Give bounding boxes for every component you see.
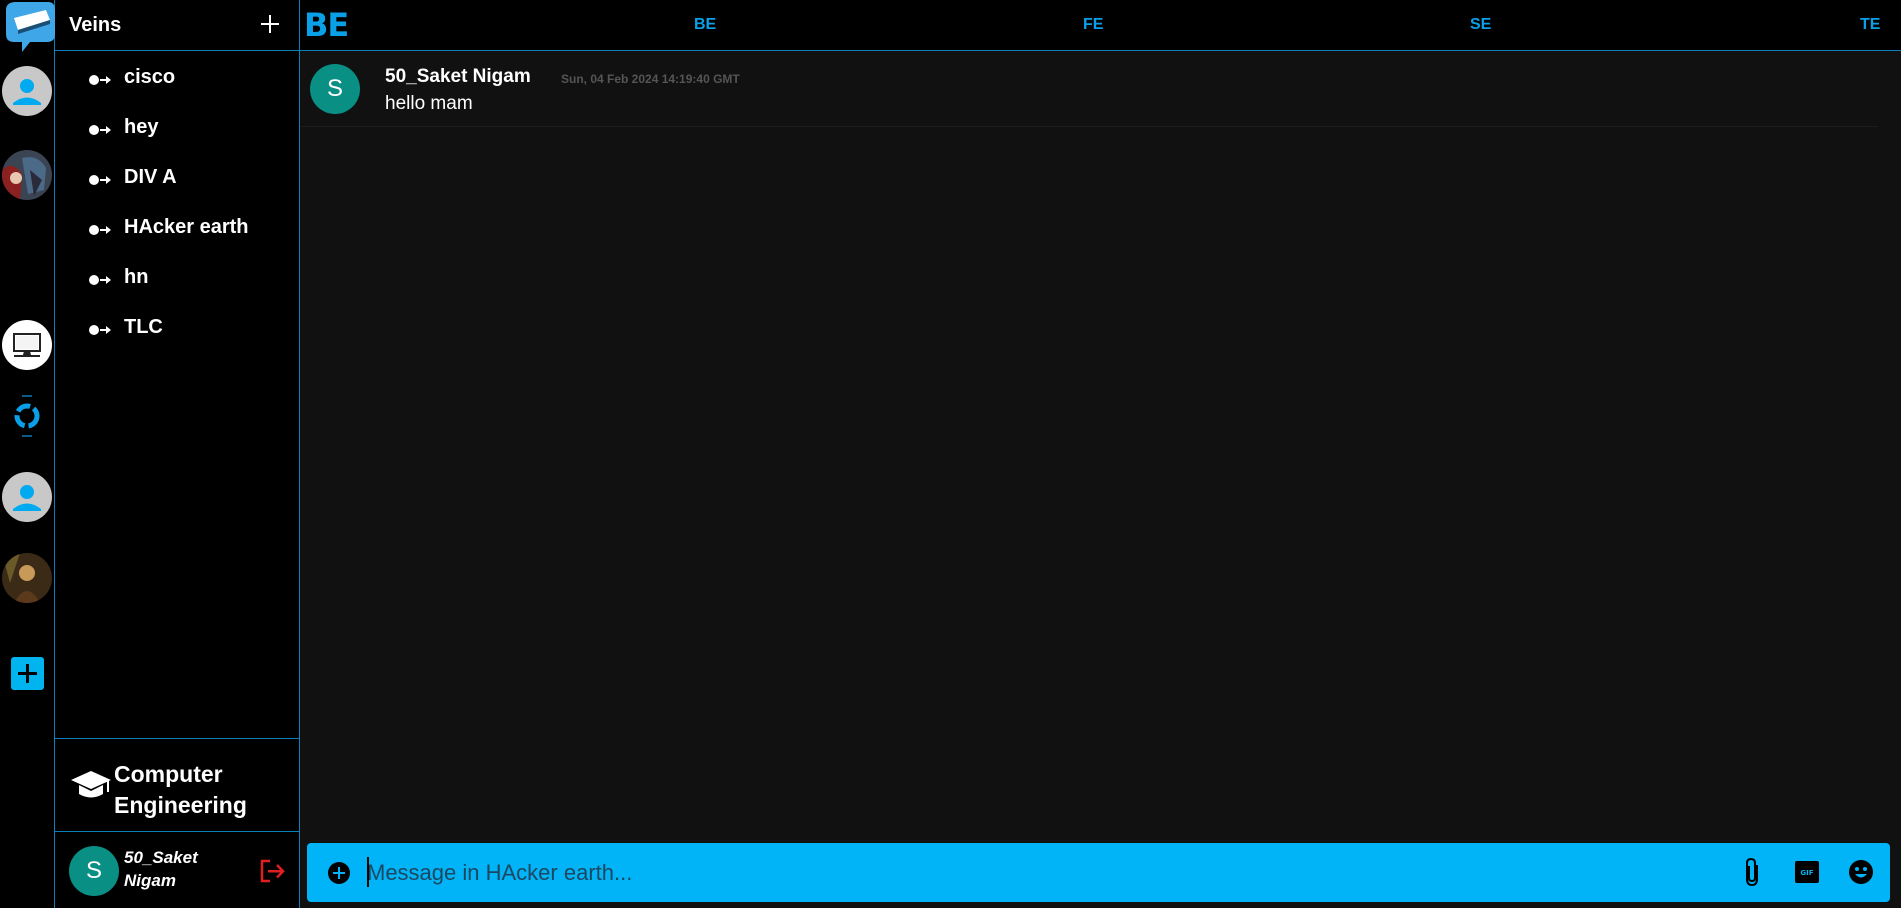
message-item: S 50_Saket Nigam Sun, 04 Feb 2024 14:19:… xyxy=(300,52,1878,127)
channel-item-cisco[interactable]: cisco xyxy=(55,60,300,110)
channel-item-hacker-earth[interactable]: HAcker earth xyxy=(55,210,300,260)
server-avatar-default[interactable] xyxy=(2,66,52,116)
channel-list: cisco hey DIV A HAcker earth hn TLC xyxy=(55,60,300,360)
channel-arrow-icon xyxy=(89,325,111,335)
user-panel: S 50_Saket Nigam xyxy=(55,833,300,908)
sidebar-header: Veins xyxy=(55,0,300,51)
channel-sidebar: Veins cisco hey DIV A HAcker earth hn TL… xyxy=(55,0,300,908)
avatar[interactable]: S xyxy=(69,846,119,896)
channel-label: TLC xyxy=(124,316,163,338)
paperclip-icon[interactable] xyxy=(1740,856,1766,888)
channel-item-hey[interactable]: hey xyxy=(55,110,300,160)
topbar: BE BE FE SE TE xyxy=(300,0,1901,51)
server-rail xyxy=(0,0,55,908)
server-avatar-default-2[interactable] xyxy=(2,472,52,522)
plus-circle-icon[interactable] xyxy=(326,860,352,886)
tab-fe[interactable]: FE xyxy=(1083,16,1103,34)
channel-item-div-a[interactable]: DIV A xyxy=(55,160,300,210)
server-avatar-ring[interactable] xyxy=(2,391,52,441)
chat-main: BE BE FE SE TE S 50_Saket Nigam Sun, 04 … xyxy=(300,0,1901,908)
channel-label: HAcker earth xyxy=(124,216,249,238)
user-name: 50_Saket Nigam xyxy=(124,848,198,890)
department-name: Computer Engineering xyxy=(114,761,247,818)
server-avatar-computer[interactable] xyxy=(2,320,52,370)
tab-se[interactable]: SE xyxy=(1470,16,1491,34)
tab-be[interactable]: BE xyxy=(694,16,716,34)
chat-bubble-logo-icon[interactable] xyxy=(0,0,55,52)
message-input[interactable] xyxy=(367,851,1667,894)
brand-logo: BE xyxy=(304,6,349,44)
plus-icon xyxy=(18,664,37,683)
department-panel: Computer Engineering xyxy=(55,738,300,832)
channel-label: cisco xyxy=(124,66,176,88)
tab-te[interactable]: TE xyxy=(1860,16,1880,34)
channel-label: hey xyxy=(124,116,159,138)
graduation-cap-icon xyxy=(71,771,111,798)
server-avatar-anime[interactable] xyxy=(2,150,52,200)
message-timestamp: Sun, 04 Feb 2024 14:19:40 GMT xyxy=(561,72,740,86)
add-channel-button[interactable] xyxy=(258,12,282,36)
add-server-button[interactable] xyxy=(11,657,44,690)
avatar[interactable]: S xyxy=(310,64,360,114)
channel-arrow-icon xyxy=(89,275,111,285)
channel-arrow-icon xyxy=(89,125,111,135)
logout-icon[interactable] xyxy=(258,857,286,885)
channel-item-hn[interactable]: hn xyxy=(55,260,300,310)
emoji-icon[interactable] xyxy=(1847,858,1875,886)
gif-icon[interactable]: GIF xyxy=(1794,860,1820,884)
channel-arrow-icon xyxy=(89,175,111,185)
message-text: hello mam xyxy=(385,93,473,114)
svg-text:GIF: GIF xyxy=(1800,869,1813,877)
channel-item-tlc[interactable]: TLC xyxy=(55,310,300,360)
channel-label: DIV A xyxy=(124,166,177,188)
server-avatar-painting[interactable] xyxy=(2,553,52,603)
channel-arrow-icon xyxy=(89,75,111,85)
text-cursor xyxy=(367,857,369,887)
channel-arrow-icon xyxy=(89,225,111,235)
message-composer: GIF xyxy=(307,843,1890,902)
message-author[interactable]: 50_Saket Nigam xyxy=(385,66,531,88)
channel-label: hn xyxy=(124,266,149,288)
sidebar-title: Veins xyxy=(69,14,122,36)
